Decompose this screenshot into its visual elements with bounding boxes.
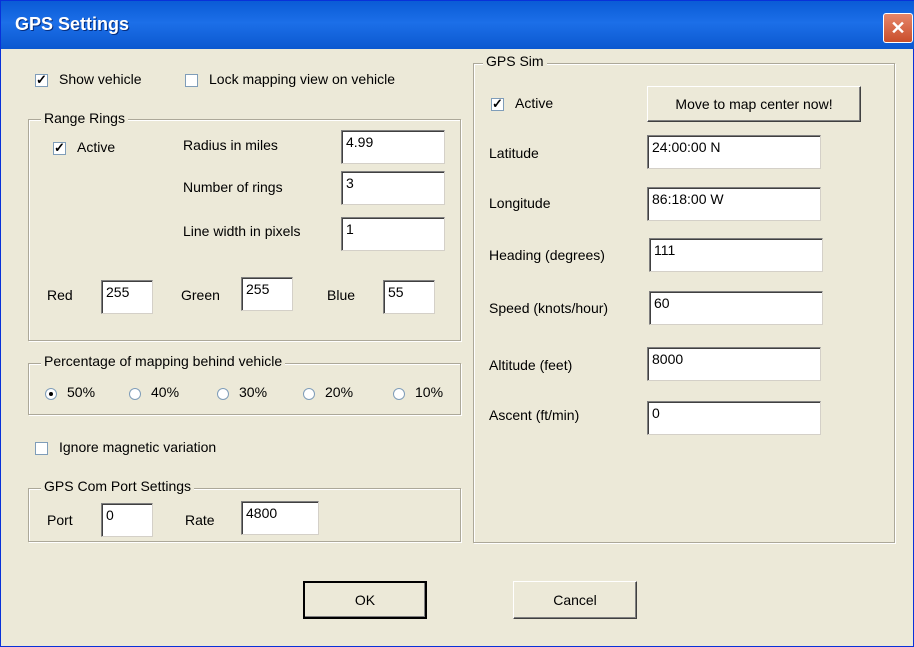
red-input[interactable]: 255 [101, 280, 153, 314]
radio-30-label: 30% [239, 384, 268, 400]
close-icon: ✕ [890, 17, 906, 38]
speed-label: Speed (knots/hour) [489, 300, 609, 316]
show-vehicle-label: Show vehicle [59, 71, 142, 87]
port-input[interactable]: 0 [101, 503, 153, 537]
window-title: GPS Settings [15, 14, 130, 34]
radio-10-label: 10% [415, 384, 444, 400]
altitude-input[interactable]: 8000 [647, 347, 821, 381]
radio-50-label: 50% [67, 384, 96, 400]
rate-label: Rate [185, 512, 215, 528]
range-rings-legend: Range Rings [41, 110, 128, 126]
radio-40-label: 40% [151, 384, 180, 400]
title-bar[interactable]: GPS Settings ✕ [1, 1, 914, 49]
ascent-input[interactable]: 0 [647, 401, 821, 435]
gps-sim-legend: GPS Sim [483, 53, 547, 69]
radio-40[interactable] [129, 388, 141, 400]
show-vehicle-checkbox[interactable] [35, 72, 48, 88]
altitude-label: Altitude (feet) [489, 357, 573, 373]
heading-label: Heading (degrees) [489, 247, 605, 263]
green-label: Green [181, 287, 220, 303]
sim-active-checkbox[interactable] [491, 96, 504, 112]
green-input[interactable]: 255 [241, 277, 293, 311]
radius-input[interactable]: 4.99 [341, 130, 445, 164]
longitude-label: Longitude [489, 195, 551, 211]
radio-50[interactable] [45, 388, 57, 400]
rate-input[interactable]: 4800 [241, 501, 319, 535]
heading-input[interactable]: 111 [649, 238, 823, 272]
ascent-label: Ascent (ft/min) [489, 407, 580, 423]
gps-settings-dialog: GPS Settings ✕ Show vehicle Lock mapping… [0, 0, 914, 647]
radio-20[interactable] [303, 388, 315, 400]
sim-active-label: Active [515, 95, 554, 111]
ignore-magnetic-label: Ignore magnetic variation [59, 439, 217, 455]
lock-view-checkbox[interactable] [185, 74, 198, 87]
percentage-legend: Percentage of mapping behind vehicle [41, 353, 286, 369]
port-label: Port [47, 512, 73, 528]
blue-label: Blue [327, 287, 356, 303]
line-width-label: Line width in pixels [183, 223, 301, 239]
rings-count-input[interactable]: 3 [341, 171, 445, 205]
longitude-input[interactable]: 86:18:00 W [647, 187, 821, 221]
radio-30[interactable] [217, 388, 229, 400]
close-button[interactable]: ✕ [883, 13, 913, 43]
cancel-button[interactable]: Cancel [513, 581, 637, 619]
range-rings-active-checkbox[interactable] [53, 140, 66, 156]
radio-20-label: 20% [325, 384, 354, 400]
radio-10[interactable] [393, 388, 405, 400]
blue-input[interactable]: 55 [383, 280, 435, 314]
latitude-input[interactable]: 24:00:00 N [647, 135, 821, 169]
line-width-input[interactable]: 1 [341, 217, 445, 251]
move-to-map-center-button[interactable]: Move to map center now! [647, 86, 861, 122]
latitude-label: Latitude [489, 145, 539, 161]
range-rings-active-label: Active [77, 139, 116, 155]
ok-button[interactable]: OK [303, 581, 427, 619]
ignore-magnetic-checkbox[interactable] [35, 442, 48, 455]
red-label: Red [47, 287, 73, 303]
rings-count-label: Number of rings [183, 179, 283, 195]
com-port-legend: GPS Com Port Settings [41, 478, 195, 494]
speed-input[interactable]: 60 [649, 291, 823, 325]
radius-label: Radius in miles [183, 137, 278, 153]
lock-view-label: Lock mapping view on vehicle [209, 71, 395, 87]
